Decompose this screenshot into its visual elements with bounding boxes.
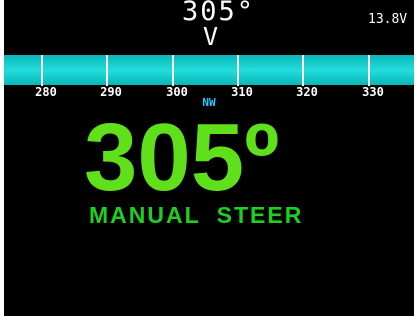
- compass-tick-label-300: 300: [166, 85, 188, 99]
- current-heading-readout: 305°: [182, 0, 256, 27]
- compass-tick-label-280: 280: [35, 85, 57, 99]
- compass-tick-330: [368, 55, 370, 86]
- battery-voltage: 13.8V: [368, 12, 408, 27]
- compass-tick-310: [237, 55, 239, 86]
- compass-tick-label-290: 290: [100, 85, 122, 99]
- compass-tick-320: [302, 55, 304, 86]
- compass-tick-290: [106, 55, 108, 86]
- compass-tick-label-330: 330: [362, 85, 384, 99]
- compass-tape: [4, 55, 414, 85]
- heading-pointer-icon: V: [203, 22, 219, 51]
- autopilot-display: 305° V 13.8V 280 290 300 310 320 330 NW …: [4, 0, 414, 316]
- screen: 305° V 13.8V 280 290 300 310 320 330 NW …: [0, 0, 419, 316]
- compass-tick-300: [172, 55, 174, 86]
- compass-tick-280: [41, 55, 43, 86]
- compass-tick-label-310: 310: [231, 85, 253, 99]
- steering-mode-label: MANUAL STEER: [89, 202, 304, 228]
- compass-tick-label-320: 320: [296, 85, 318, 99]
- large-heading-display: 305º: [84, 104, 280, 211]
